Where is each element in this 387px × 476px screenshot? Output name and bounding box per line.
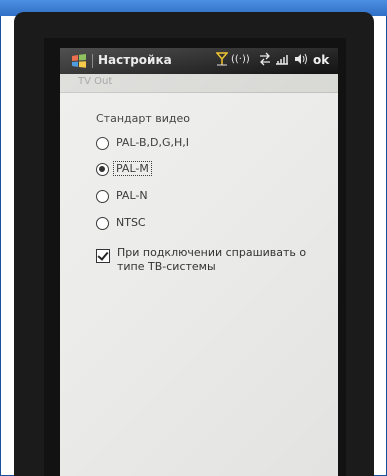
radio-button[interactable] [96, 163, 109, 176]
radio-button[interactable] [96, 190, 109, 203]
radio-label: PAL-B,D,G,H,I [116, 136, 190, 149]
caption-title: TV Out [78, 76, 113, 87]
ok-button[interactable]: ok [313, 53, 329, 67]
ask-tv-system-checkbox[interactable] [96, 249, 110, 263]
app-title: Настройка [98, 53, 172, 67]
title-bar: Настройка ((·)) ok [60, 48, 338, 74]
wireless-icon[interactable]: ((·)) [231, 54, 250, 65]
radio-label: NTSC [116, 216, 146, 229]
video-standard-label: Стандарт видео [96, 112, 190, 125]
radio-label-wrap: PAL-M [113, 161, 152, 176]
title-separator [92, 54, 93, 68]
sync-icon[interactable] [258, 52, 272, 69]
radio-label: PAL-M [113, 161, 152, 176]
device-screen: Настройка ((·)) ok TV Out Стандарт видео… [60, 48, 338, 476]
ask-tv-system-label[interactable]: При подключении спрашивать о типе ТВ-сис… [117, 246, 329, 274]
signal-icon[interactable] [275, 52, 289, 69]
windows-start-icon[interactable] [71, 53, 87, 69]
radio-label: PAL-N [116, 189, 148, 202]
volume-icon[interactable] [294, 52, 308, 69]
antenna-icon[interactable] [215, 52, 229, 69]
caption-bar: TV Out [60, 74, 338, 93]
radio-button[interactable] [96, 217, 109, 230]
radio-button[interactable] [96, 137, 109, 150]
